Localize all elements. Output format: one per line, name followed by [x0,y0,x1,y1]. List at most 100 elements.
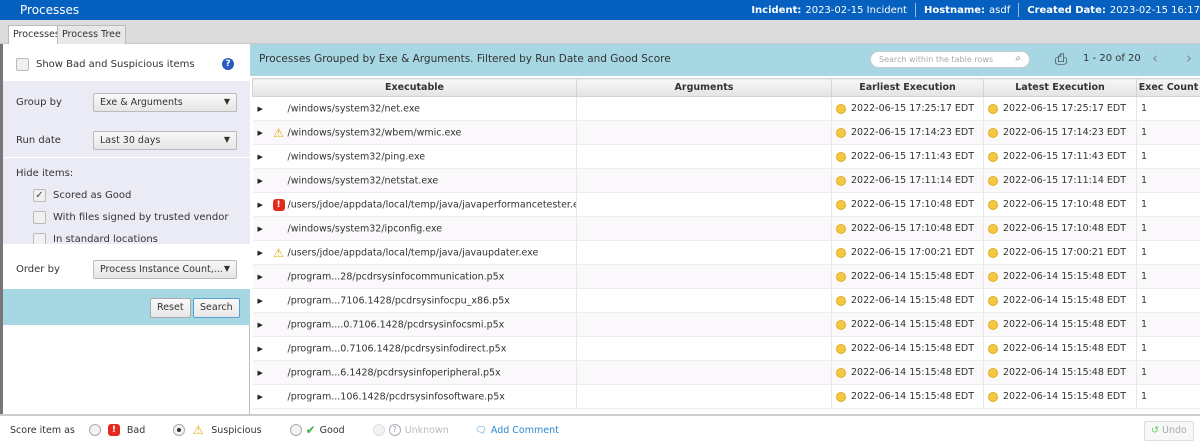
table-row[interactable]: ▶!/users/jdoe/appdata/local/temp/java/ja… [252,192,1200,217]
undo-button[interactable]: ↺ Undo [1144,421,1194,441]
executable-path: /windows/system32/ping.exe [287,151,426,162]
expand-icon[interactable]: ▶ [258,297,270,305]
clock-icon [988,295,998,306]
arguments-cell [576,96,832,121]
unknown-label: Unknown [404,424,449,436]
radio[interactable] [289,424,302,436]
table-row[interactable]: ▶ /windows/system32/net.exe 2022-06-15 17… [252,96,1200,121]
prev-page-icon[interactable]: ‹ [1152,49,1158,67]
latest-value: 2022-06-15 17:11:14 EDT [1003,175,1127,186]
unknown-icon: ? [388,424,401,436]
earliest-value: 2022-06-14 15:15:48 EDT [851,319,975,330]
table-row[interactable]: ▶ /program...7106.1428/pcdrsysinfocpu_x86… [252,288,1200,313]
table-row[interactable]: ▶ ⚠/windows/system32/wbem/wmic.exe 2022-0… [252,120,1200,145]
order-by-select[interactable]: Process Instance Count,... ▼ [93,260,237,279]
expand-icon[interactable]: ▶ [258,321,270,329]
executable-path: /program...28/pcdrsysinfocommunication.p… [287,271,505,282]
show-bad-checkbox[interactable] [16,58,29,71]
processes-panel: Processes Grouped by Exe & Arguments. Fi… [250,44,1200,414]
column-header-earliest-execution[interactable]: Earliest Execution [831,78,984,97]
order-by-label: Order by [16,264,60,275]
earliest-value: 2022-06-15 17:11:43 EDT [851,151,975,162]
search-icon[interactable]: ⌕ [1015,53,1021,64]
exec-count-cell: 1 [1136,96,1200,121]
expand-icon[interactable]: ▶ [258,201,270,209]
clock-icon [988,343,998,354]
earliest-value: 2022-06-14 15:15:48 EDT [851,367,975,378]
expand-icon[interactable]: ▶ [258,153,270,161]
executable-cell: ▶ /windows/system32/ping.exe [252,144,577,169]
latest-cell: 2022-06-14 15:15:48 EDT [983,360,1137,385]
arguments-cell [576,192,832,217]
order-by-value: Process Instance Count,... [100,264,223,275]
expand-icon[interactable]: ▶ [258,225,270,233]
expand-icon[interactable]: ▶ [258,105,270,113]
earliest-cell: 2022-06-14 15:15:48 EDT [831,288,984,313]
table-row[interactable]: ▶ /windows/system32/netstat.exe 2022-06-1… [252,168,1200,193]
earliest-value: 2022-06-14 15:15:48 EDT [851,271,975,282]
run-date-select[interactable]: Last 30 days ▼ [93,131,237,150]
expand-icon[interactable]: ▶ [258,273,270,281]
reset-button[interactable]: Reset [150,298,191,318]
earliest-cell: 2022-06-15 17:25:17 EDT [831,96,984,121]
expand-icon[interactable]: ▶ [258,393,270,401]
clock-icon [988,247,998,258]
executable-cell: ▶!/users/jdoe/appdata/local/temp/java/ja… [252,192,577,217]
scored-good-label: Scored as Good [53,190,132,201]
latest-value: 2022-06-14 15:15:48 EDT [1003,391,1127,402]
executable-cell: ▶ /windows/system32/net.exe [252,96,577,121]
export-icon[interactable]: ⎙ [1055,50,1067,68]
expand-icon[interactable]: ▶ [258,369,270,377]
expand-icon[interactable]: ▶ [258,129,270,137]
radio [372,424,385,436]
comment-icon: 🗨 [474,424,487,436]
score-suspicious-radio[interactable]: ⚠ Suspicious [173,424,262,436]
expand-icon[interactable]: ▶ [258,177,270,185]
executable-path: /program...6.1428/pcdrsysinfoperipheral.… [287,367,501,378]
table-row[interactable]: ▶ /windows/system32/ping.exe 2022-06-15 1… [252,144,1200,169]
table-row[interactable]: ▶ /program...106.1428/pcdrsysinfosoftware… [252,384,1200,409]
suspicious-label: Suspicious [211,424,262,436]
table-row[interactable]: ▶ /program...6.1428/pcdrsysinfoperipheral… [252,360,1200,385]
filter-panel: Show Bad and Suspicious items ? Group by… [0,44,250,414]
clock-icon [836,295,846,306]
table-row[interactable]: ▶ /program...28/pcdrsysinfocommunication.… [252,264,1200,289]
earliest-value: 2022-06-14 15:15:48 EDT [851,343,975,354]
column-header-executable[interactable]: Executable [252,78,577,97]
latest-value: 2022-06-14 15:15:48 EDT [1003,295,1127,306]
latest-value: 2022-06-14 15:15:48 EDT [1003,271,1127,282]
radio[interactable] [173,424,186,436]
no-score-icon [273,103,285,115]
exec-count-cell: 1 [1136,312,1200,337]
group-by-select[interactable]: Exe & Arguments ▼ [93,93,237,112]
trusted-vendor-checkbox[interactable] [33,211,46,224]
no-score-icon [273,343,285,355]
table-search-input[interactable]: Search within the table rows ⌕ [870,51,1030,68]
table-row[interactable]: ▶ /program....0.7106.1428/pcdrsysinfocsmi… [252,312,1200,337]
warning-icon: ⚠ [273,125,284,140]
expand-icon[interactable]: ▶ [258,345,270,353]
undo-icon: ↺ [1151,425,1159,436]
column-header-exec-count[interactable]: Exec Count [1136,78,1200,97]
column-header-latest-execution[interactable]: Latest Execution [983,78,1137,97]
executable-path: /windows/system32/net.exe [287,103,421,114]
tab-process-tree[interactable]: Process Tree [57,25,126,44]
add-comment-link[interactable]: 🗨 Add Comment [475,425,559,436]
scored-good-checkbox[interactable]: ✓ [33,189,46,202]
radio[interactable] [88,424,101,436]
help-icon[interactable]: ? [222,58,234,70]
search-button[interactable]: Search [193,298,240,318]
table-row[interactable]: ▶ /program...0.7106.1428/pcdrsysinfodirec… [252,336,1200,361]
table-row[interactable]: ▶ /windows/system32/ipconfig.exe 2022-06-… [252,216,1200,241]
clock-icon [988,199,998,210]
score-good-radio[interactable]: ✔ Good [289,423,345,437]
next-page-icon[interactable]: › [1186,49,1192,67]
table-row[interactable]: ▶ ⚠/users/jdoe/appdata/local/temp/java/ja… [252,240,1200,265]
warning-icon: ⚠ [273,245,284,260]
expand-icon[interactable]: ▶ [258,249,270,257]
score-bad-radio[interactable]: ! Bad [88,424,145,436]
column-header-arguments[interactable]: Arguments [576,78,832,97]
earliest-cell: 2022-06-15 17:10:48 EDT [831,216,984,241]
clock-icon [836,175,846,186]
arguments-cell [576,264,832,289]
